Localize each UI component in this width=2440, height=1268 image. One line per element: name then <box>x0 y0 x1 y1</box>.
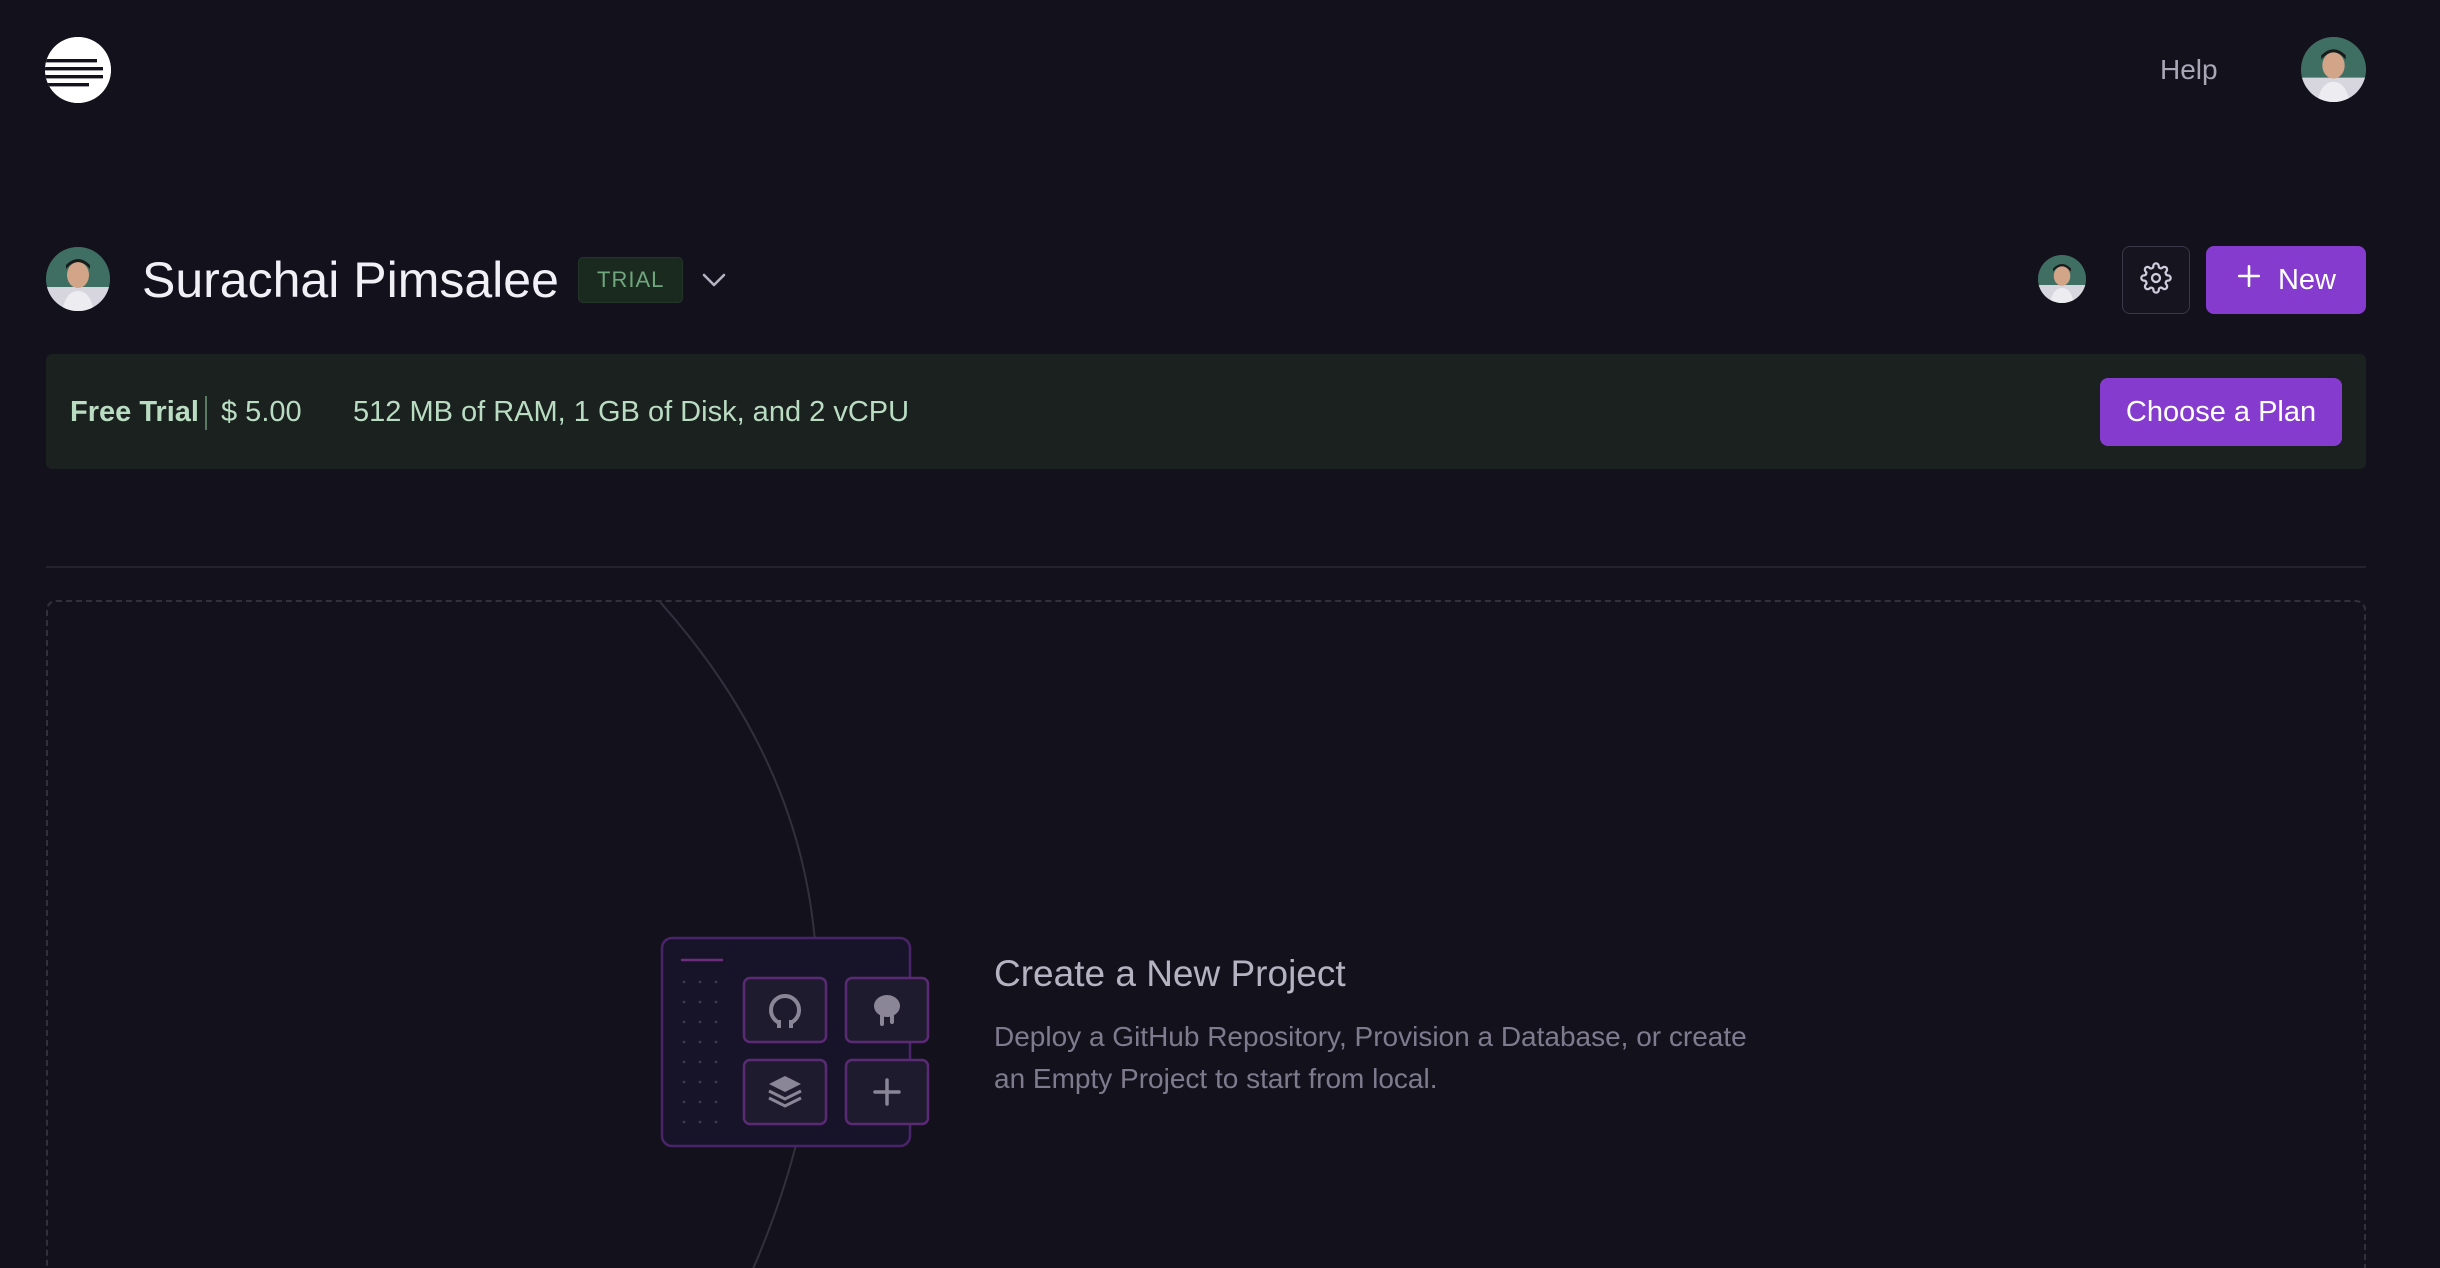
create-project-description: Deploy a GitHub Repository, Provision a … <box>994 1021 1747 1094</box>
banner-price: $ 5.00 <box>221 396 302 428</box>
gear-icon <box>2140 261 2172 299</box>
banner-title: Free Trial <box>70 396 199 428</box>
team-avatar <box>46 247 110 311</box>
trial-badge: TRIAL <box>578 257 684 303</box>
choose-plan-button[interactable]: Choose a Plan <box>2100 378 2342 446</box>
help-link[interactable]: Help <box>2160 52 2240 88</box>
settings-button[interactable] <box>2122 246 2190 314</box>
team-name: Surachai Pimsalee <box>142 252 559 308</box>
new-button-label: New <box>2277 263 2336 296</box>
plus-icon <box>2236 263 2262 297</box>
plus-tile <box>844 1058 930 1126</box>
project-illustration <box>660 936 932 1152</box>
railway-logo-icon[interactable] <box>45 37 111 103</box>
stack-tile <box>742 1058 828 1126</box>
chevron-down-icon[interactable] <box>698 264 730 296</box>
user-avatar[interactable] <box>2301 37 2366 102</box>
banner-specs: 512 MB of RAM, 1 GB of Disk, and 2 vCPU <box>353 396 910 428</box>
new-button[interactable]: New <box>2206 246 2366 314</box>
decorative-arc <box>659 602 818 1268</box>
create-project-title[interactable]: Create a New Project <box>994 949 1346 999</box>
banner-separator <box>205 396 207 430</box>
member-avatar[interactable] <box>2038 255 2086 303</box>
github-tile <box>742 976 828 1044</box>
postgres-tile <box>844 976 930 1044</box>
divider <box>46 566 2366 568</box>
new-project-dropzone[interactable] <box>46 600 2366 1268</box>
